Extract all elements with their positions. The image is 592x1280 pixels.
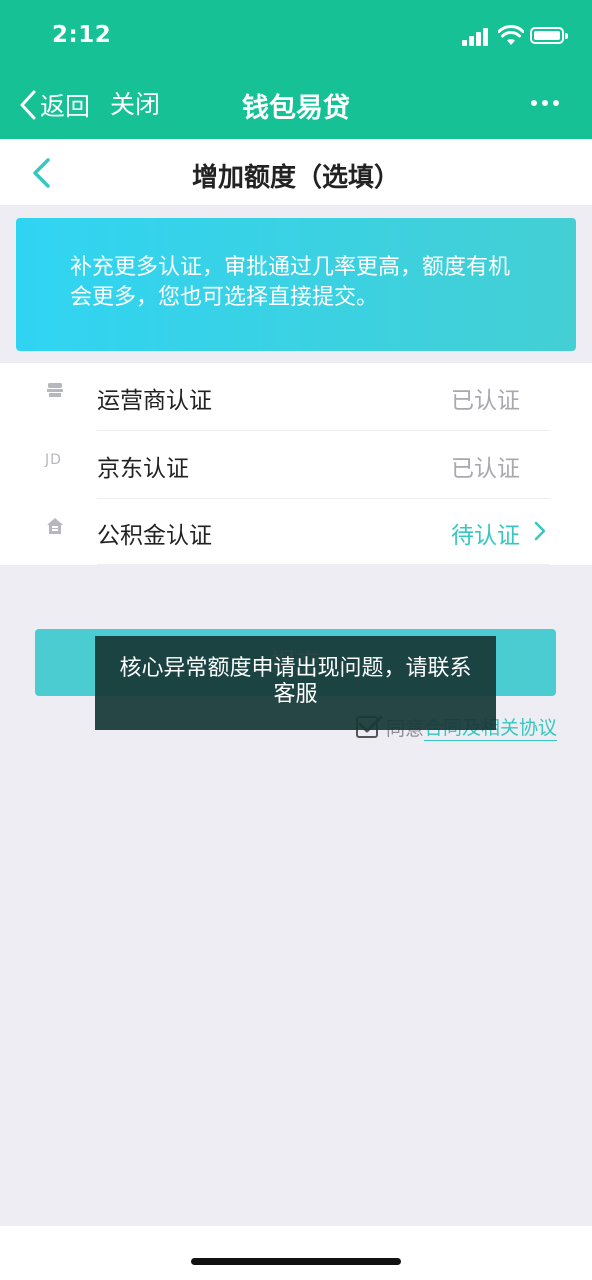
carrier-icon [47,383,63,397]
status-text: 待认证 [451,523,520,549]
jd-icon: JD [45,452,62,468]
divider [97,564,550,565]
home-indicator[interactable] [191,1258,401,1265]
list-item-housing-fund[interactable]: 公积金认证 待认证 [0,498,592,565]
info-banner: 补充更多认证，审批通过几率更高，额度有机会更多，您也可选择直接提交。 [16,218,576,351]
cellular-signal-icon [462,26,492,46]
page-title: 增加额度（选填） [191,163,400,193]
list-item-label: 京东认证 [97,456,189,482]
chevron-right-icon [534,521,546,541]
status-time: 2:12 [52,22,112,48]
more-icon[interactable] [531,100,559,106]
error-toast: 核心异常额度申请出现问题，请联系客服 [95,636,496,730]
bottom-area [0,1226,592,1280]
status-text: 已认证 [451,388,520,414]
list-item-jd[interactable]: JD 京东认证 已认证 [0,431,592,498]
housing-fund-icon [47,518,63,534]
list-item-label: 运营商认证 [97,388,212,414]
status-text: 已认证 [451,456,520,482]
list-item-label: 公积金认证 [97,523,212,549]
battery-icon [530,27,568,44]
top-bar: 2:12 返回 关闭 钱包易贷 [0,0,592,139]
list-item-carrier[interactable]: 运营商认证 已认证 [0,363,592,430]
app-title: 钱包易贷 [242,93,350,124]
page-header: 增加额度（选填） [0,139,592,205]
wifi-icon [498,25,524,45]
banner-text: 补充更多认证，审批通过几率更高，额度有机会更多，您也可选择直接提交。 [70,255,511,310]
certification-list: 运营商认证 已认证 JD 京东认证 已认证 公积金认证 待认证 [0,363,592,565]
toast-text: 核心异常额度申请出现问题，请联系客服 [119,656,472,707]
